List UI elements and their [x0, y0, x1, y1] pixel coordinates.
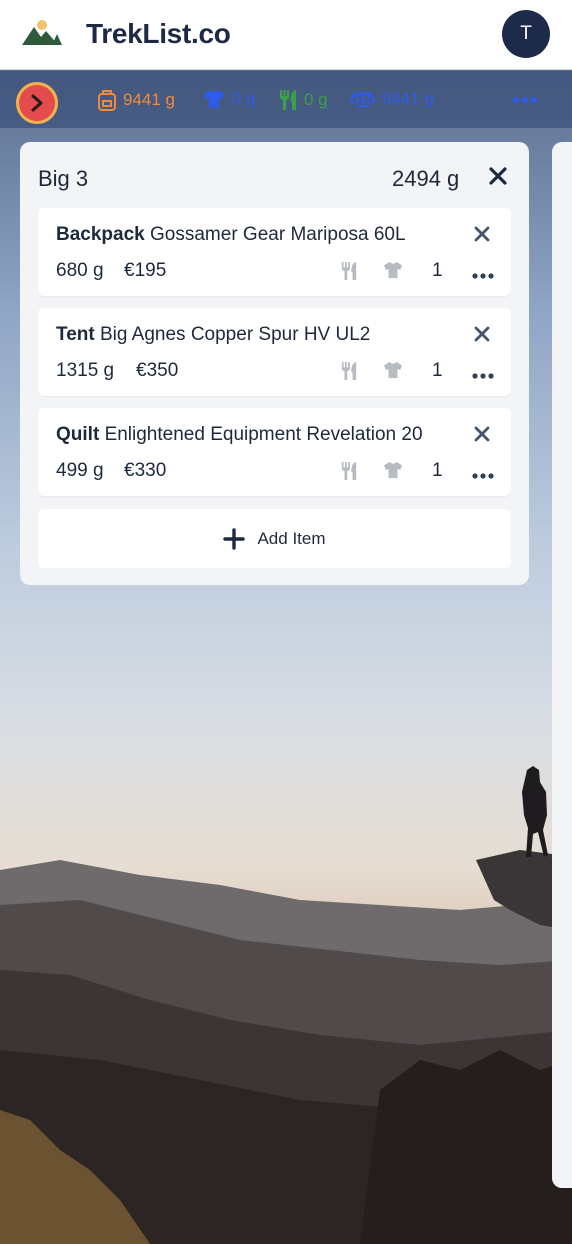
item-title[interactable]: Tent Big Agnes Copper Spur HV UL2 — [56, 324, 456, 346]
gear-item[interactable]: Quilt Enlightened Equipment Revelation 2… — [38, 408, 511, 496]
weight-summary-bar: 9441 g 0 g 0 g 9441 g — [0, 71, 572, 128]
close-icon[interactable] — [488, 166, 508, 191]
add-item-button[interactable]: Add Item — [38, 509, 511, 568]
worn-weight-stat: 0 g — [202, 89, 256, 109]
item-quantity[interactable]: 1 — [432, 260, 443, 282]
close-icon[interactable] — [474, 326, 490, 347]
item-weight[interactable]: 680 g — [56, 260, 104, 282]
utensils-icon[interactable] — [340, 460, 358, 487]
brand-title[interactable]: TrekList.co — [86, 18, 231, 50]
item-quantity[interactable]: 1 — [432, 360, 443, 382]
total-weight-value: 9441 g — [382, 89, 434, 108]
worn-weight-value: 0 g — [232, 89, 256, 108]
item-name: Gossamer Gear Mariposa 60L — [150, 224, 406, 245]
category-card: Big 3 2494 g Backpack Gossamer Gear Mari… — [20, 142, 529, 585]
item-price[interactable]: €330 — [124, 460, 166, 482]
base-weight-value: 9441 g — [123, 90, 175, 109]
close-icon[interactable] — [474, 426, 490, 447]
ellipsis-icon[interactable] — [472, 366, 494, 384]
item-type: Backpack — [56, 224, 145, 245]
gear-item[interactable]: Tent Big Agnes Copper Spur HV UL2 1315 g… — [38, 308, 511, 396]
food-weight-value: 0 g — [304, 90, 328, 109]
ellipsis-icon[interactable] — [472, 266, 494, 284]
item-price[interactable]: €350 — [136, 360, 178, 382]
item-type: Quilt — [56, 424, 100, 445]
ellipsis-icon[interactable] — [472, 466, 494, 484]
item-title[interactable]: Quilt Enlightened Equipment Revelation 2… — [56, 424, 456, 446]
mountain-logo-icon[interactable] — [22, 18, 64, 48]
utensils-icon[interactable] — [340, 360, 358, 387]
item-name: Big Agnes Copper Spur HV UL2 — [99, 324, 371, 345]
scale-icon — [350, 91, 376, 107]
category-title[interactable]: Big 3 — [38, 166, 88, 192]
item-weight[interactable]: 499 g — [56, 460, 104, 482]
item-type: Tent — [56, 324, 95, 345]
utensils-icon[interactable] — [340, 260, 358, 287]
tshirt-icon[interactable] — [382, 461, 404, 484]
total-weight-stat: 9441 g — [350, 89, 434, 109]
item-title[interactable]: Backpack Gossamer Gear Mariposa 60L — [56, 224, 456, 246]
sidebar-toggle-button[interactable] — [16, 82, 58, 124]
item-price[interactable]: €195 — [124, 260, 166, 282]
item-quantity[interactable]: 1 — [432, 460, 443, 482]
tshirt-icon[interactable] — [382, 361, 404, 384]
item-name: Enlightened Equipment Revelation 20 — [104, 424, 423, 445]
item-weight[interactable]: 1315 g — [56, 360, 114, 382]
food-weight-stat: 0 g — [278, 89, 328, 111]
ellipsis-icon[interactable] — [512, 91, 538, 109]
next-category-panel — [552, 142, 572, 1188]
app-header: TrekList.co T — [0, 0, 572, 70]
gear-item[interactable]: Backpack Gossamer Gear Mariposa 60L 680 … — [38, 208, 511, 296]
close-icon[interactable] — [474, 226, 490, 247]
tshirt-icon[interactable] — [382, 261, 404, 284]
plus-icon — [223, 527, 246, 550]
user-avatar[interactable]: T — [502, 10, 550, 58]
chevron-right-icon — [31, 94, 43, 112]
base-weight-stat: 9441 g — [97, 89, 175, 111]
utensils-icon — [280, 90, 296, 110]
backpack-icon — [98, 90, 116, 111]
tshirt-icon — [204, 90, 224, 108]
add-item-label: Add Item — [257, 528, 326, 548]
category-weight: 2494 g — [392, 166, 460, 191]
